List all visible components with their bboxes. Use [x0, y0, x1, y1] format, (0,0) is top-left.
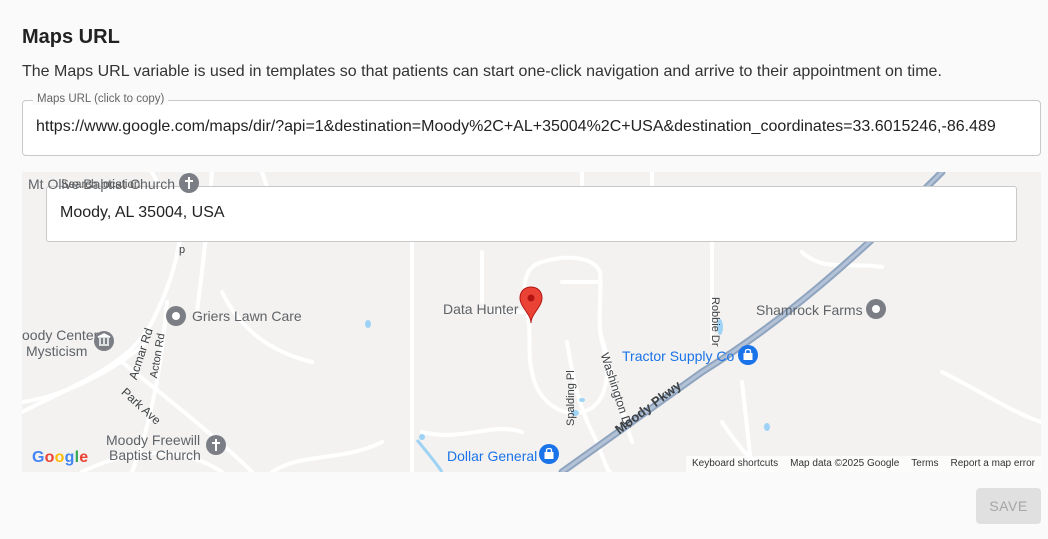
- poi-shamrock-farms[interactable]: Shamrock Farms: [756, 302, 863, 318]
- poi-moody-center-line1[interactable]: oody Center: [22, 327, 98, 343]
- road-label-edge: p: [179, 244, 186, 256]
- poi-mt-olive-label[interactable]: Mt Olive Baptist Church: [28, 176, 175, 192]
- section-description: The Maps URL variable is used in templat…: [22, 63, 942, 80]
- report-map-error-link[interactable]: Report a map error: [945, 456, 1041, 472]
- maps-url-label: Maps URL (click to copy): [33, 93, 169, 105]
- map-view[interactable]: Search location Mt Olive Baptist Church …: [22, 172, 1041, 472]
- poi-griers-lawn-care[interactable]: Griers Lawn Care: [192, 308, 302, 324]
- shopping-bag-icon[interactable]: [538, 443, 560, 469]
- keyboard-shortcuts-link[interactable]: Keyboard shortcuts: [686, 456, 784, 472]
- poi-tractor-supply[interactable]: Tractor Supply Co: [622, 348, 734, 364]
- save-button[interactable]: SAVE: [976, 488, 1041, 524]
- poi-data-hunter[interactable]: Data Hunter: [443, 301, 518, 317]
- section-title: Maps URL: [22, 26, 120, 48]
- map-data-credit: Map data ©2025 Google: [790, 458, 900, 469]
- museum-icon[interactable]: [93, 330, 115, 356]
- poi-dollar-general[interactable]: Dollar General: [447, 448, 537, 464]
- shopping-bag-icon[interactable]: [737, 344, 759, 370]
- maps-url-value[interactable]: https://www.google.com/maps/dir/?api=1&d…: [36, 118, 1040, 136]
- church-icon[interactable]: [178, 172, 200, 198]
- road-label-spalding: Spalding Pl: [565, 370, 577, 426]
- maps-url-field[interactable]: Maps URL (click to copy) https://www.goo…: [22, 93, 1041, 156]
- location-pin-icon[interactable]: [865, 298, 887, 324]
- poi-moody-center-line2[interactable]: Mysticism: [26, 343, 87, 359]
- church-icon[interactable]: [205, 434, 227, 460]
- road-label-robbie: Robbie Dr: [709, 297, 721, 347]
- map-marker-icon[interactable]: [519, 286, 543, 324]
- location-pin-icon[interactable]: [165, 305, 187, 331]
- poi-moody-freewill-line2[interactable]: Baptist Church: [109, 447, 201, 463]
- google-logo: Google: [32, 449, 89, 466]
- map-attribution: Keyboard shortcuts Map data ©2025 Google…: [685, 456, 1041, 472]
- poi-moody-freewill-line1[interactable]: Moody Freewill: [106, 432, 200, 448]
- search-location-input[interactable]: [60, 204, 960, 222]
- maps-url-settings: Maps URL The Maps URL variable is used i…: [0, 0, 1048, 539]
- terms-link[interactable]: Terms: [905, 456, 944, 472]
